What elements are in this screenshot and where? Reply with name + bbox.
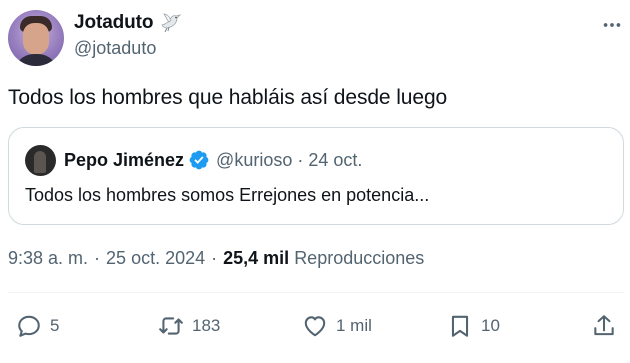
repost-icon (159, 317, 183, 335)
divider (8, 292, 624, 293)
reply-count: 5 (50, 316, 60, 335)
avatar-face (23, 23, 49, 55)
repost-count: 183 (192, 316, 221, 335)
tweet-date[interactable]: 25 oct. 2024 (106, 248, 205, 269)
views-label: Reproducciones (294, 248, 425, 268)
tweet: Jotaduto @jotaduto Todos los hombres que… (0, 0, 630, 363)
more-options-button[interactable] (598, 12, 626, 38)
quoted-time[interactable]: 24 oct. (308, 150, 362, 171)
meta-separator: · (211, 248, 218, 268)
author-name-row: Jotaduto (74, 11, 183, 35)
quoted-separator: · (297, 149, 304, 170)
quoted-avatar-figure (34, 151, 46, 173)
quoted-author-avatar[interactable] (25, 145, 56, 176)
like-count: 1 mil (336, 316, 372, 335)
author-display-name[interactable]: Jotaduto (74, 12, 154, 34)
action-bar: 5 183 1 mil 10 (0, 309, 630, 343)
more-icon (603, 23, 621, 27)
bookmark-icon (451, 315, 469, 337)
like-button[interactable]: 1 mil (302, 309, 372, 343)
tweet-meta: 9:38 a. m. · 25 oct. 2024 · 25,4 mil Rep… (8, 248, 424, 269)
meta-separator: · (94, 248, 101, 268)
quoted-handle[interactable]: @kurioso (216, 150, 292, 171)
quoted-header: Pepo Jiménez @kurioso · 24 oct. (64, 149, 362, 171)
bookmark-count: 10 (481, 316, 500, 335)
author-handle[interactable]: @jotaduto (74, 38, 156, 59)
tweet-text: Todos los hombres que habláis así desde … (8, 86, 448, 109)
quoted-text: Todos los hombres somos Errejones en pot… (25, 185, 430, 205)
share-button[interactable] (591, 309, 617, 343)
repost-button[interactable]: 183 (158, 309, 220, 343)
reply-icon (18, 315, 40, 337)
reply-button[interactable]: 5 (16, 309, 59, 343)
verified-badge-icon (188, 149, 210, 171)
share-icon (594, 315, 614, 336)
views-count: 25,4 mil (223, 248, 290, 268)
avatar-shirt (14, 54, 58, 66)
quoted-display-name[interactable]: Pepo Jiménez (64, 150, 184, 171)
tweet-time[interactable]: 9:38 a. m. (8, 248, 88, 269)
author-avatar[interactable] (8, 10, 64, 66)
heart-icon (304, 316, 326, 337)
bookmark-button[interactable]: 10 (447, 309, 500, 343)
quoted-tweet[interactable]: Pepo Jiménez @kurioso · 24 oct. Todos lo… (8, 127, 624, 225)
dove-icon (159, 11, 183, 35)
